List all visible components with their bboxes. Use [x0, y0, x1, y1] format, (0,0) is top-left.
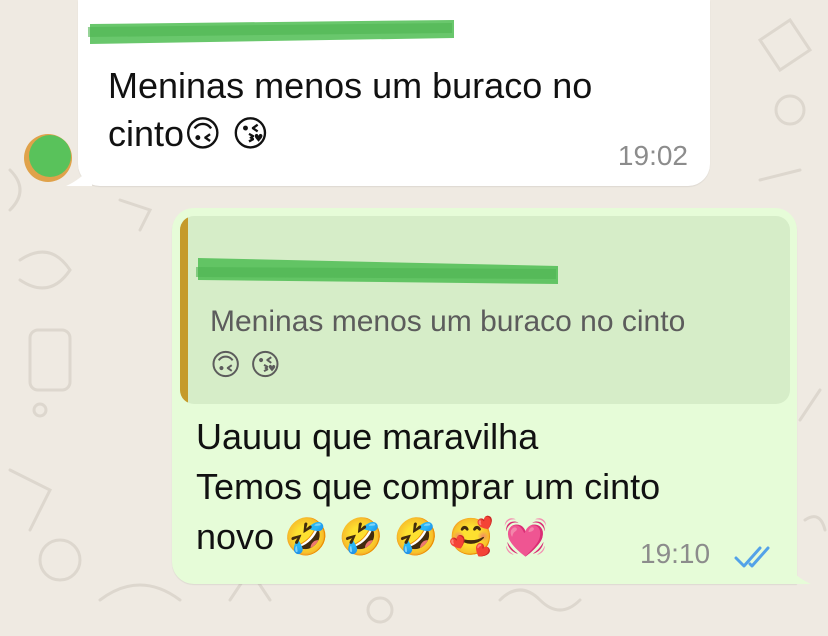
bubble-tail-icon — [66, 166, 92, 186]
outgoing-timestamp: 19:10 — [640, 538, 711, 569]
incoming-message-bubble[interactable]: Meninas menos um buraco no cinto🙃 😘 19:0… — [66, 0, 710, 186]
redacted-quoted-sender — [195, 258, 558, 284]
quote-accent-bar — [180, 216, 188, 404]
redacted-sender-name — [87, 20, 454, 44]
quoted-text-line: Meninas menos um buraco no cinto — [210, 305, 686, 338]
outgoing-text-line: Temos que comprar um cinto — [196, 466, 661, 507]
quoted-text: Meninas menos um buraco no cinto 🙃 😘 — [210, 300, 770, 388]
quoted-message[interactable]: Meninas menos um buraco no cinto 🙃 😘 — [180, 216, 790, 404]
incoming-timestamp: 19:02 — [617, 140, 688, 171]
outgoing-text-line: Uauuu que maravilha — [196, 416, 539, 457]
quoted-text-line: 🙃 😘 — [210, 349, 281, 382]
incoming-text-line: cinto🙃 😘 — [108, 113, 270, 154]
double-check-read-icon — [734, 546, 770, 568]
bubble-tail-icon — [785, 564, 811, 584]
incoming-text-line: Meninas menos um buraco no — [108, 65, 593, 106]
outgoing-message-bubble[interactable]: Meninas menos um buraco no cinto 🙃 😘 Uau… — [172, 208, 811, 584]
incoming-message-text: Meninas menos um buraco no cinto🙃 😘 — [108, 62, 688, 158]
